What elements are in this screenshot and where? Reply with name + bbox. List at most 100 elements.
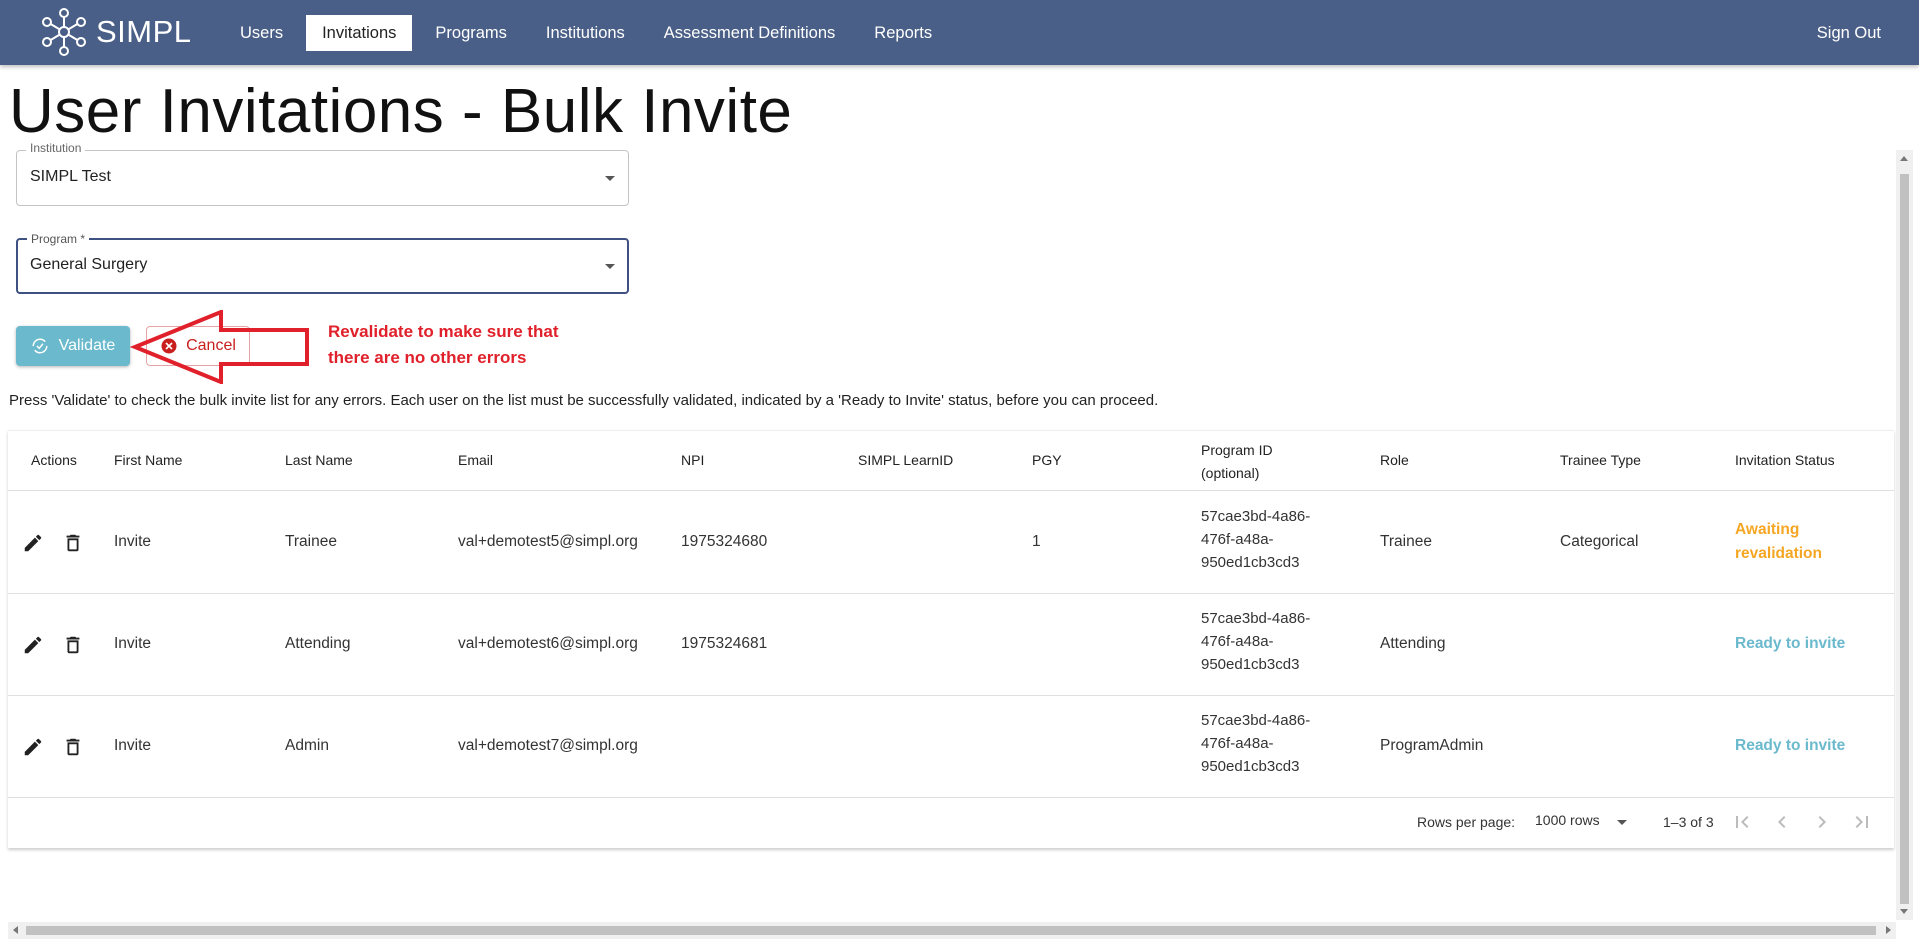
- header-program-id-line-2: (optional): [1201, 465, 1260, 481]
- page-title: User Invitations - Bulk Invite: [9, 77, 793, 146]
- main-nav: Users Invitations Programs Institutions …: [224, 15, 955, 51]
- validation-help-text: Press 'Validate' to check the bulk invit…: [9, 392, 1159, 409]
- cell-npi: 1975324680: [681, 533, 768, 550]
- status-badge: Ready to invite: [1735, 635, 1846, 652]
- scroll-up-icon[interactable]: [1900, 156, 1908, 161]
- cell-email: val+demotest5@simpl.org: [458, 533, 638, 550]
- program-id-part: 950ed1cb3cd3: [1201, 656, 1300, 673]
- cell-first-name: Invite: [114, 635, 152, 652]
- program-id-part: 57cae3bd-4a86-: [1201, 610, 1311, 627]
- last-page-icon[interactable]: [1850, 810, 1874, 834]
- table-row: Invite Admin val+demotest7@simpl.org 57c…: [8, 696, 1894, 798]
- pencil-icon[interactable]: [22, 736, 44, 758]
- chevron-down-icon: [1617, 820, 1627, 825]
- trash-icon[interactable]: [62, 736, 84, 758]
- program-id-part: 950ed1cb3cd3: [1201, 758, 1300, 775]
- horizontal-scroll-thumb[interactable]: [26, 926, 1876, 935]
- chevron-down-icon: [605, 176, 615, 181]
- nav-institutions[interactable]: Institutions: [530, 15, 641, 51]
- molecule-logo-icon: [42, 8, 86, 56]
- nav-assessment-definitions[interactable]: Assessment Definitions: [648, 15, 852, 51]
- cell-email: val+demotest6@simpl.org: [458, 635, 638, 652]
- annotation-line-1: Revalidate to make sure that: [328, 322, 559, 341]
- status-badge: Ready to invite: [1735, 737, 1846, 754]
- validate-button[interactable]: Validate: [16, 326, 130, 366]
- cancel-circle-icon: [161, 338, 177, 354]
- header-invitation-status[interactable]: Invitation Status: [1735, 452, 1835, 468]
- header-npi[interactable]: NPI: [681, 452, 704, 468]
- institution-value: SIMPL Test: [30, 168, 111, 185]
- cell-role: ProgramAdmin: [1380, 737, 1484, 754]
- cell-last-name: Trainee: [285, 533, 337, 550]
- vertical-scrollbar[interactable]: [1896, 150, 1913, 920]
- status-badge: Awaiting revalidation: [1735, 518, 1822, 566]
- cell-role: Attending: [1380, 635, 1446, 652]
- rows-per-page-label: Rows per page:: [1417, 814, 1516, 830]
- header-role[interactable]: Role: [1380, 452, 1409, 468]
- rows-per-page-select[interactable]: 1000 rows: [1535, 812, 1625, 832]
- header-trainee-type[interactable]: Trainee Type: [1560, 452, 1641, 468]
- program-id-part: 476f-a48a-: [1201, 531, 1274, 548]
- vertical-scroll-thumb[interactable]: [1900, 174, 1909, 904]
- pagination-count: 1–3 of 3: [1663, 814, 1714, 830]
- cell-role: Trainee: [1380, 533, 1432, 550]
- cell-program-id: 57cae3bd-4a86- 476f-a48a- 950ed1cb3cd3: [1201, 607, 1310, 676]
- program-select[interactable]: Program * General Surgery: [16, 232, 629, 294]
- program-id-part: 57cae3bd-4a86-: [1201, 508, 1311, 525]
- pencil-icon[interactable]: [22, 532, 44, 554]
- annotation-text: Revalidate to make sure that there are n…: [328, 319, 628, 371]
- table-row: Invite Trainee val+demotest5@simpl.org 1…: [8, 492, 1894, 594]
- header-pgy[interactable]: PGY: [1032, 452, 1062, 468]
- cell-trainee-type: Categorical: [1560, 533, 1639, 550]
- header-program-id-line-1: Program ID: [1201, 442, 1273, 458]
- sync-icon: [32, 338, 48, 354]
- program-id-part: 950ed1cb3cd3: [1201, 554, 1300, 571]
- pencil-icon[interactable]: [22, 634, 44, 656]
- status-line: Awaiting: [1735, 521, 1800, 538]
- header-email[interactable]: Email: [458, 452, 493, 468]
- table-header: Actions First Name Last Name Email NPI S…: [8, 431, 1894, 491]
- scroll-left-icon[interactable]: [13, 926, 18, 934]
- sign-out-link[interactable]: Sign Out: [1817, 15, 1881, 51]
- institution-label: Institution: [26, 141, 86, 155]
- nav-reports[interactable]: Reports: [858, 15, 948, 51]
- institution-select[interactable]: Institution SIMPL Test: [16, 141, 629, 206]
- header-program-id[interactable]: Program ID (optional): [1201, 439, 1273, 485]
- cell-npi: 1975324681: [681, 635, 768, 652]
- status-line: revalidation: [1735, 545, 1822, 562]
- trash-icon[interactable]: [62, 532, 84, 554]
- bulk-invite-table: Actions First Name Last Name Email NPI S…: [8, 430, 1894, 848]
- header-last-name[interactable]: Last Name: [285, 452, 353, 468]
- cell-email: val+demotest7@simpl.org: [458, 737, 638, 754]
- trash-icon[interactable]: [62, 634, 84, 656]
- program-value: General Surgery: [30, 256, 148, 273]
- top-nav-bar: SIMPL Users Invitations Programs Institu…: [0, 0, 1919, 65]
- scroll-down-icon[interactable]: [1900, 909, 1908, 914]
- cancel-button[interactable]: Cancel: [146, 326, 250, 366]
- cell-program-id: 57cae3bd-4a86- 476f-a48a- 950ed1cb3cd3: [1201, 709, 1310, 778]
- app-name: SIMPL: [96, 14, 192, 49]
- nav-invitations[interactable]: Invitations: [306, 15, 413, 51]
- nav-programs[interactable]: Programs: [419, 15, 523, 51]
- chevron-right-icon[interactable]: [1810, 810, 1834, 834]
- cell-program-id: 57cae3bd-4a86- 476f-a48a- 950ed1cb3cd3: [1201, 505, 1310, 574]
- first-page-icon[interactable]: [1730, 810, 1754, 834]
- nav-users[interactable]: Users: [224, 15, 299, 51]
- cell-first-name: Invite: [114, 533, 152, 550]
- header-first-name[interactable]: First Name: [114, 452, 182, 468]
- cell-pgy: 1: [1032, 533, 1041, 550]
- chevron-down-icon: [605, 264, 615, 269]
- table-pagination: Rows per page: 1000 rows 1–3 of 3: [8, 798, 1894, 848]
- cell-first-name: Invite: [114, 737, 152, 754]
- chevron-left-icon[interactable]: [1770, 810, 1794, 834]
- cell-last-name: Attending: [285, 635, 351, 652]
- program-label: Program *: [27, 232, 90, 246]
- app-logo[interactable]: SIMPL: [38, 6, 192, 58]
- cancel-button-label: Cancel: [186, 337, 236, 354]
- table-row: Invite Attending val+demotest6@simpl.org…: [8, 594, 1894, 696]
- scroll-right-icon[interactable]: [1886, 926, 1891, 934]
- header-learn-id[interactable]: SIMPL LearnID: [858, 452, 953, 468]
- horizontal-scrollbar[interactable]: [8, 922, 1896, 939]
- program-id-part: 476f-a48a-: [1201, 633, 1274, 650]
- annotation-line-2: there are no other errors: [328, 348, 527, 367]
